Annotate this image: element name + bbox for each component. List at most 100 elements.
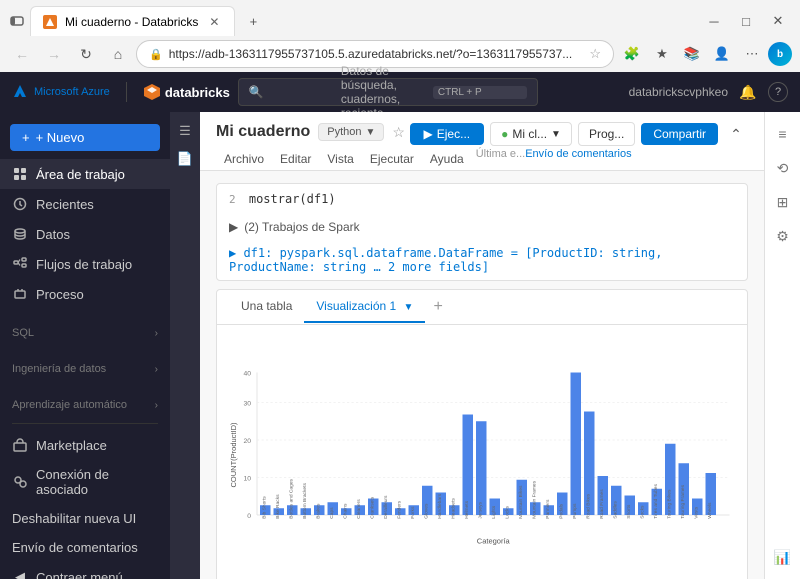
tab-close-button[interactable]: ✕ (206, 14, 222, 30)
svg-text:0: 0 (247, 513, 251, 520)
notebook-title-row: Mi cuaderno Python ▼ ☆ (216, 123, 405, 141)
home-button[interactable]: ⌂ (104, 40, 132, 68)
cell-output-text: 2 mostrar(df1) (217, 184, 747, 214)
rail-icon-1[interactable]: ☰ (174, 120, 196, 142)
sidebar-item-workspace[interactable]: Área de trabajo (0, 159, 170, 189)
sidebar-section-ml[interactable]: Aprendizaje automático › (0, 393, 170, 417)
maximize-button[interactable]: □ (732, 7, 760, 35)
svg-text:Fenders: Fenders (396, 500, 402, 518)
language-label: Python (327, 126, 361, 138)
sidebar-item-data[interactable]: Datos (0, 219, 170, 249)
help-icon[interactable]: ? (768, 82, 788, 102)
right-panel-icon-settings[interactable]: ⚙ (769, 222, 797, 250)
favorites-icon[interactable]: ★ (648, 40, 676, 68)
right-panel-icon-1[interactable]: ≡ (769, 120, 797, 148)
chart-tab-viz[interactable]: Visualización 1 ▼ (304, 291, 425, 323)
sidebar-section-engineering[interactable]: Ingeniería de datos › (0, 357, 170, 381)
top-bar: Microsoft Azure databricks 🔍 Datos de bú… (0, 72, 800, 112)
active-tab[interactable]: Mi cuaderno - Databricks ✕ (30, 6, 235, 36)
menu-help[interactable]: Ayuda (422, 148, 472, 170)
sidebar-item-workflows[interactable]: Flujos de trabajo (0, 249, 170, 279)
toolbar-icons: 🧩 ★ 📚 👤 ⋯ b (618, 40, 792, 68)
icon-rail: ☰ 📄 (170, 112, 200, 579)
svg-text:Bib Shorts: Bib Shorts (261, 496, 267, 519)
chart-tab-table[interactable]: Una tabla (229, 291, 304, 323)
cluster-button[interactable]: ● Mi cl... ▼ (490, 122, 572, 146)
language-chevron: ▼ (365, 127, 375, 138)
svg-text:Saddles: Saddles (612, 501, 618, 519)
menu-bar: Archivo Editar Vista Ejecutar Ayuda Últi… (216, 148, 748, 170)
svg-text:Cleaners: Cleaners (356, 499, 362, 519)
favorite-star-icon[interactable]: ☆ (392, 124, 405, 141)
content-area: Mi cuaderno Python ▼ ☆ ▶ Ejec... (200, 112, 764, 579)
sidebar-item-marketplace[interactable]: Marketplace (0, 430, 170, 460)
extensions-icon[interactable]: 🧩 (618, 40, 646, 68)
sidebar-item-partner[interactable]: Conexión de asociado (0, 460, 170, 504)
star-addr-icon[interactable]: ☆ (589, 46, 601, 62)
sidebar-item-disable-ui[interactable]: Deshabilitar nueva UI (0, 504, 170, 533)
svg-text:Forks: Forks (410, 506, 416, 519)
address-icons: ☆ (589, 46, 601, 62)
rail-icon-2[interactable]: 📄 (174, 148, 196, 170)
right-panel: ≡ ⟲ ⊞ ⚙ 📊 (764, 112, 800, 579)
sidebar: + + Nuevo Área de trabajo Recientes (0, 112, 170, 579)
app-container: Microsoft Azure databricks 🔍 Datos de bú… (0, 72, 800, 579)
svg-text:Road Bikes: Road Bikes (585, 493, 591, 518)
feedback-link[interactable]: Envío de comentarios (525, 148, 631, 170)
cell-output-area: 2 mostrar(df1) ▶ (2) Trabajos de Spark ▶… (216, 183, 748, 281)
sidebar-item-feedback[interactable]: Envío de comentarios (0, 533, 170, 562)
refresh-button[interactable]: ↻ (72, 40, 100, 68)
workspace-icon (12, 166, 28, 182)
collapse-header-button[interactable]: ⌃ (724, 122, 748, 146)
sidebar-data-label: Datos (36, 227, 158, 242)
menu-edit[interactable]: Editar (272, 148, 319, 170)
sidebar-item-collapse[interactable]: ◀ Contraer menú (0, 562, 170, 579)
tab-chevron-icon: ▼ (404, 302, 414, 313)
sidebar-bottom: Marketplace Conexión de asociado Deshabi… (0, 417, 170, 579)
right-panel-icon-3[interactable]: ⊞ (769, 188, 797, 216)
chart-add-tab-button[interactable]: + (425, 290, 450, 324)
menu-file[interactable]: Archivo (216, 148, 272, 170)
language-badge[interactable]: Python ▼ (318, 123, 384, 141)
address-text: https://adb-1363117955737105.5.azuredata… (169, 47, 584, 61)
menu-run[interactable]: Ejecutar (362, 148, 422, 170)
close-window-button[interactable]: ✕ (764, 7, 792, 35)
svg-text:Headsets: Headsets (450, 498, 456, 519)
search-bar[interactable]: 🔍 Datos de búsqueda, cuadernos, reciente… (238, 78, 538, 106)
data-icon (12, 226, 28, 242)
spark-jobs-label: (2) Trabajos de Spark (244, 220, 359, 234)
run-button[interactable]: ▶ Ejec... (410, 123, 485, 145)
sidebar-item-compute[interactable]: Proceso (0, 279, 170, 309)
new-button[interactable]: + + Nuevo (10, 124, 160, 151)
menu-view[interactable]: Vista (319, 148, 361, 170)
spark-jobs-row[interactable]: ▶ (2) Trabajos de Spark (217, 214, 747, 240)
new-tab-button[interactable]: + (239, 7, 267, 35)
sidebar-workspace-label: Área de trabajo (36, 167, 158, 182)
edge-icon: b (768, 42, 792, 66)
engineering-chevron-icon: › (155, 364, 158, 375)
right-panel-icon-chart[interactable]: 📊 (769, 543, 797, 571)
azure-logo: Microsoft Azure (12, 84, 110, 100)
collections-icon[interactable]: 📚 (678, 40, 706, 68)
svg-text:Pumps: Pumps (572, 503, 578, 519)
cluster-dot: ● (501, 127, 508, 141)
df-info-row[interactable]: ▶ df1: pyspark.sql.dataframe.DataFrame =… (217, 240, 747, 280)
back-button[interactable]: ← (8, 40, 36, 68)
settings-icon[interactable]: ⋯ (738, 40, 766, 68)
notebook-content: 2 mostrar(df1) ▶ (2) Trabajos de Spark ▶… (200, 171, 764, 579)
share-button[interactable]: Compartir (641, 123, 718, 145)
svg-text:10: 10 (243, 476, 251, 483)
partner-label: Conexión de asociado (36, 467, 158, 497)
sidebar-item-recents[interactable]: Recientes (0, 189, 170, 219)
chart-body: COUNT(ProductID) 10 20 30 40 (217, 325, 747, 579)
bell-icon[interactable]: 🔔 (736, 80, 760, 104)
prog-button[interactable]: Prog... (578, 122, 635, 146)
minimize-button[interactable]: ─ (700, 7, 728, 35)
tab-bar: Mi cuaderno - Databricks ✕ + ─ □ ✕ (0, 0, 800, 36)
forward-button[interactable]: → (40, 40, 68, 68)
right-panel-icon-2[interactable]: ⟲ (769, 154, 797, 182)
account-icon[interactable]: 👤 (708, 40, 736, 68)
svg-text:Chains: Chains (342, 503, 348, 519)
plus-icon: + (22, 130, 30, 145)
sidebar-section-sql[interactable]: SQL › (0, 321, 170, 345)
